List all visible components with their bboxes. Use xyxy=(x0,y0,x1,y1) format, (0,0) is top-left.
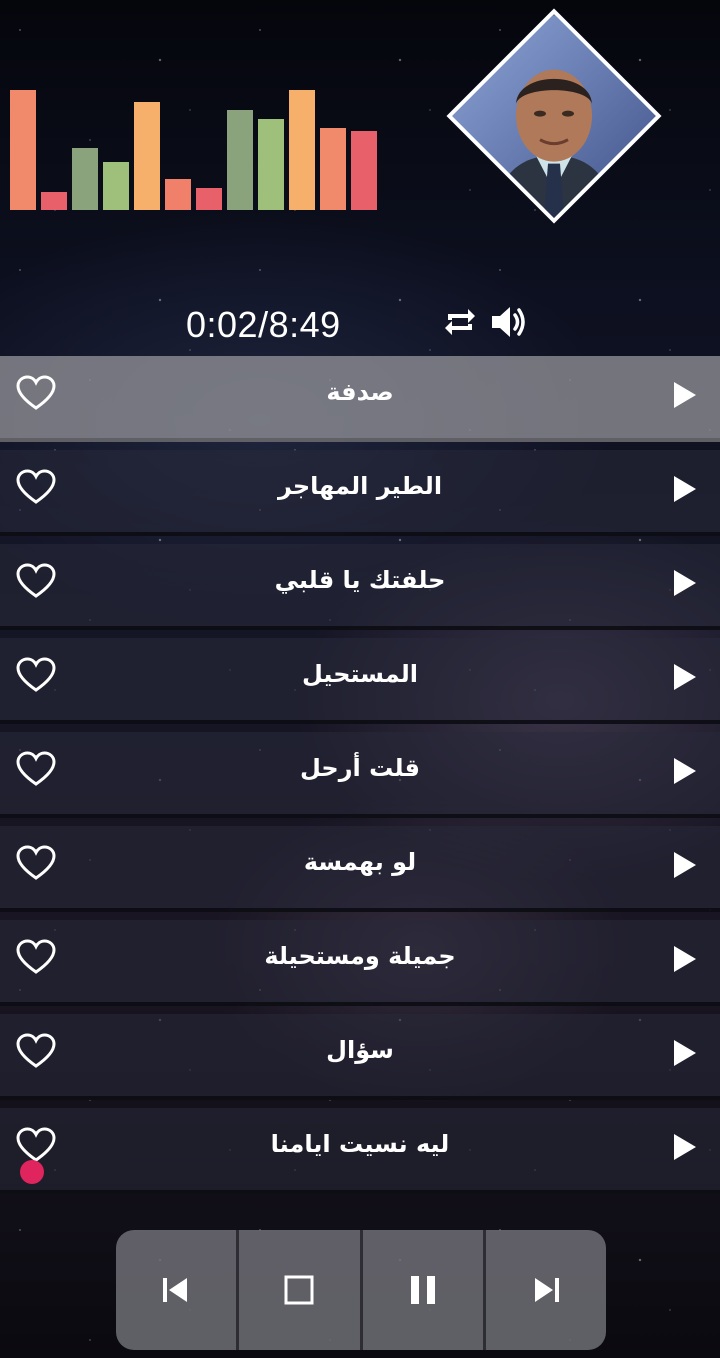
song-title: قلت أرحل xyxy=(299,754,421,782)
play-icon[interactable] xyxy=(672,380,698,410)
song-row[interactable]: جميلة ومستحيلة xyxy=(0,920,720,1006)
indicator-dot xyxy=(20,1160,44,1184)
artist-avatar xyxy=(446,8,662,224)
heart-icon[interactable] xyxy=(15,1032,57,1070)
stop-icon xyxy=(284,1275,314,1305)
heart-icon[interactable] xyxy=(15,562,57,600)
visualizer-bar xyxy=(258,119,284,210)
song-title: حلفتك يا قلبي xyxy=(274,566,446,594)
visualizer-bar xyxy=(10,90,36,210)
song-row[interactable]: الطير المهاجر xyxy=(0,450,720,536)
song-row[interactable]: المستحيل xyxy=(0,638,720,724)
pause-icon xyxy=(410,1276,435,1304)
visualizer-bar xyxy=(165,179,191,210)
artist-portrait-image xyxy=(448,15,660,224)
song-title: الطير المهاجر xyxy=(277,472,443,500)
previous-button[interactable] xyxy=(116,1230,240,1350)
song-row[interactable]: ليه نسيت ايامنا xyxy=(0,1108,720,1194)
visualizer-bar xyxy=(196,188,222,210)
heart-icon[interactable] xyxy=(15,468,57,506)
song-row[interactable]: سؤال xyxy=(0,1014,720,1100)
play-icon[interactable] xyxy=(672,850,698,880)
song-row[interactable]: لو بهمسة xyxy=(0,826,720,912)
song-title: المستحيل xyxy=(301,660,419,688)
heart-icon[interactable] xyxy=(15,1126,57,1164)
visualizer-bar xyxy=(134,102,160,210)
song-title: ليه نسيت ايامنا xyxy=(270,1130,450,1158)
song-title: لو بهمسة xyxy=(303,848,417,876)
play-icon[interactable] xyxy=(672,756,698,786)
audio-visualizer xyxy=(0,0,400,230)
heart-icon[interactable] xyxy=(15,656,57,694)
song-title: سؤال xyxy=(326,1036,394,1064)
play-icon[interactable] xyxy=(672,474,698,504)
play-icon[interactable] xyxy=(672,1038,698,1068)
pause-button[interactable] xyxy=(363,1230,486,1350)
next-icon xyxy=(534,1278,559,1302)
play-icon[interactable] xyxy=(672,568,698,598)
next-button[interactable] xyxy=(486,1230,606,1350)
visualizer-bar xyxy=(351,131,377,210)
transport-controls xyxy=(116,1230,606,1350)
song-row[interactable]: صدفة xyxy=(0,356,720,442)
song-row[interactable]: حلفتك يا قلبي xyxy=(0,544,720,630)
visualizer-bar xyxy=(289,90,315,210)
heart-icon[interactable] xyxy=(15,938,57,976)
heart-icon[interactable] xyxy=(15,844,57,882)
song-title: جميلة ومستحيلة xyxy=(264,942,456,970)
visualizer-bar xyxy=(103,162,129,210)
volume-icon[interactable] xyxy=(488,302,528,342)
visualizer-bar xyxy=(41,192,67,210)
visualizer-bar xyxy=(72,148,98,210)
song-list: صدفة الطير المهاجر حلفتك يا قلبي المستحيل قل… xyxy=(0,356,720,1202)
play-icon[interactable] xyxy=(672,944,698,974)
play-icon[interactable] xyxy=(672,662,698,692)
play-icon[interactable] xyxy=(672,1132,698,1162)
song-row[interactable]: قلت أرحل xyxy=(0,732,720,818)
heart-icon[interactable] xyxy=(15,374,57,412)
visualizer-bar xyxy=(320,128,346,210)
previous-icon xyxy=(163,1278,188,1302)
heart-icon[interactable] xyxy=(15,750,57,788)
repeat-icon[interactable] xyxy=(440,302,480,342)
song-title: صدفة xyxy=(326,378,394,406)
visualizer-bar xyxy=(227,110,253,210)
playback-time: 0:02/8:49 xyxy=(186,304,341,345)
stop-button[interactable] xyxy=(239,1230,363,1350)
